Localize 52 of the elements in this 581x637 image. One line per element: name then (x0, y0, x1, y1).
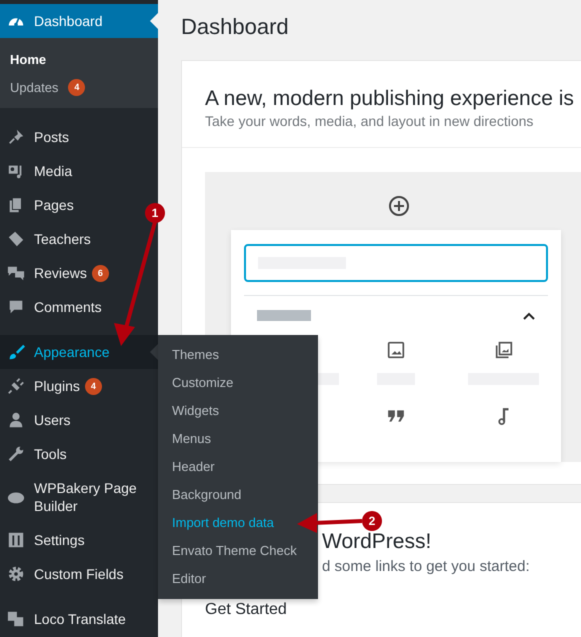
menu-item[interactable]: Reviews 6 (0, 256, 113, 290)
user-icon (7, 411, 25, 429)
submenu-item[interactable]: Updates 4 (0, 73, 158, 101)
speech-bubble-icon (7, 298, 25, 316)
placeholder-bar (257, 310, 311, 321)
menu-item[interactable]: Loco Translate (0, 602, 130, 636)
image-icon[interactable] (387, 341, 405, 359)
speech-bubbles-icon (7, 264, 25, 282)
menu-item[interactable]: Settings (0, 523, 89, 557)
plug-icon (7, 377, 25, 395)
menu-item[interactable]: Tools (0, 437, 71, 471)
menu-item[interactable]: Media (0, 154, 76, 188)
submenu-item[interactable]: Background (158, 481, 318, 509)
count-badge: 4 (68, 78, 86, 96)
count-badge: 6 (92, 264, 109, 282)
step-badge: 1 (145, 203, 165, 223)
welcome-text: d some links to get you started: (322, 558, 530, 575)
menu-item[interactable]: Posts (0, 120, 74, 154)
menu-item[interactable]: Custom Fields (0, 557, 128, 591)
welcome-heading: A new, modern publishing experience is (205, 87, 575, 111)
menu-item[interactable]: Comments (0, 290, 106, 324)
sliders-icon (7, 531, 25, 549)
menu-item[interactable]: WPBakery Page Builder (0, 471, 158, 523)
menu-item[interactable]: Pages (0, 188, 78, 222)
gallery-icon[interactable] (494, 341, 512, 359)
submenu-item[interactable]: Customize (158, 369, 318, 397)
section-heading: Get Started (205, 601, 288, 619)
plus-circle-icon[interactable] (387, 194, 411, 218)
submenu-item[interactable]: Menus (158, 425, 318, 453)
menu-item[interactable]: Appearance (0, 335, 158, 369)
welcome-heading: WordPress! (322, 530, 432, 554)
submenu-item[interactable]: Widgets (158, 397, 318, 425)
welcome-subheading: Take your words, media, and layout in new directions (205, 113, 534, 129)
page-title: Dashboard (181, 14, 290, 41)
annotation-arrow (297, 513, 362, 533)
count-badge: 4 (84, 378, 102, 394)
gear-icon (7, 565, 25, 583)
submenu-item[interactable]: Header (158, 453, 318, 481)
dashboard-menu-item[interactable]: Dashboard (0, 4, 158, 38)
pin-icon (7, 128, 25, 146)
submenu-item[interactable]: Home (0, 45, 158, 73)
submenu-item[interactable]: Envato Theme Check (158, 537, 318, 565)
chevron-up-icon[interactable] (523, 312, 535, 320)
menu-item[interactable]: Plugins 4 (0, 369, 106, 403)
wrench-icon (7, 445, 25, 463)
brush-icon (7, 343, 25, 361)
menu-item[interactable]: Teachers (0, 222, 95, 256)
submenu-item[interactable]: Import demo data (158, 509, 318, 537)
submenu-item[interactable]: Editor (158, 565, 318, 593)
search-field[interactable] (244, 244, 548, 282)
submenu-item[interactable]: Themes (158, 341, 318, 369)
menu-item[interactable]: Users (0, 403, 75, 437)
